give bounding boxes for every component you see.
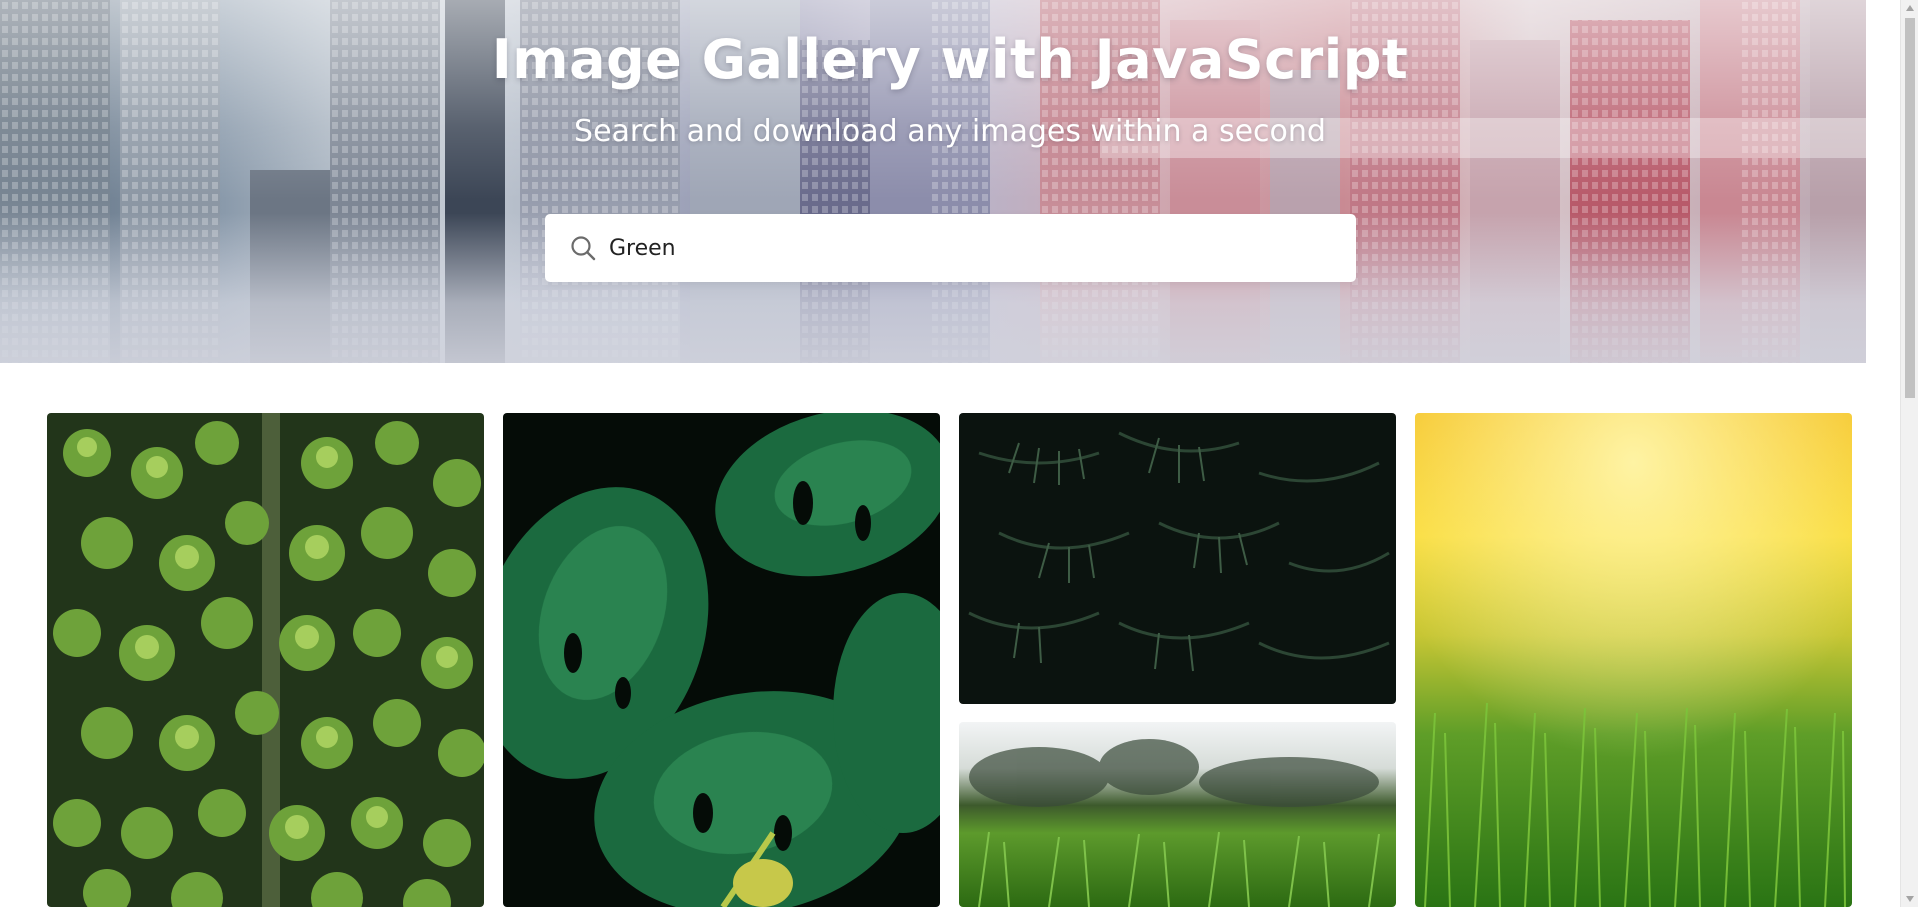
scrollbar-thumb[interactable]	[1905, 18, 1915, 398]
gallery-image-card[interactable]	[1415, 413, 1852, 907]
gallery-image-card[interactable]	[503, 413, 940, 907]
image-gallery	[47, 413, 1853, 907]
hero-header: Image Gallery with JavaScript Search and…	[0, 0, 1866, 363]
monstera-leaves-image	[503, 413, 940, 907]
search-input[interactable]	[609, 214, 1356, 282]
sunlit-grass-image	[1415, 413, 1852, 907]
page-scrollbar[interactable]	[1900, 0, 1918, 907]
scroll-up-arrow-icon[interactable]	[1905, 4, 1915, 12]
gallery-image-card[interactable]	[959, 413, 1396, 704]
gallery-image-card[interactable]	[47, 413, 484, 907]
page-subtitle: Search and download any images within a …	[574, 114, 1326, 149]
search-icon	[569, 234, 597, 262]
page-title: Image Gallery with JavaScript	[491, 28, 1409, 91]
aerial-forest-image	[47, 413, 484, 907]
grass-meadow-image	[959, 722, 1396, 907]
dark-fern-image	[959, 413, 1396, 704]
scroll-down-arrow-icon[interactable]	[1905, 895, 1915, 903]
search-bar[interactable]	[545, 214, 1356, 282]
gallery-image-card[interactable]	[959, 722, 1396, 907]
